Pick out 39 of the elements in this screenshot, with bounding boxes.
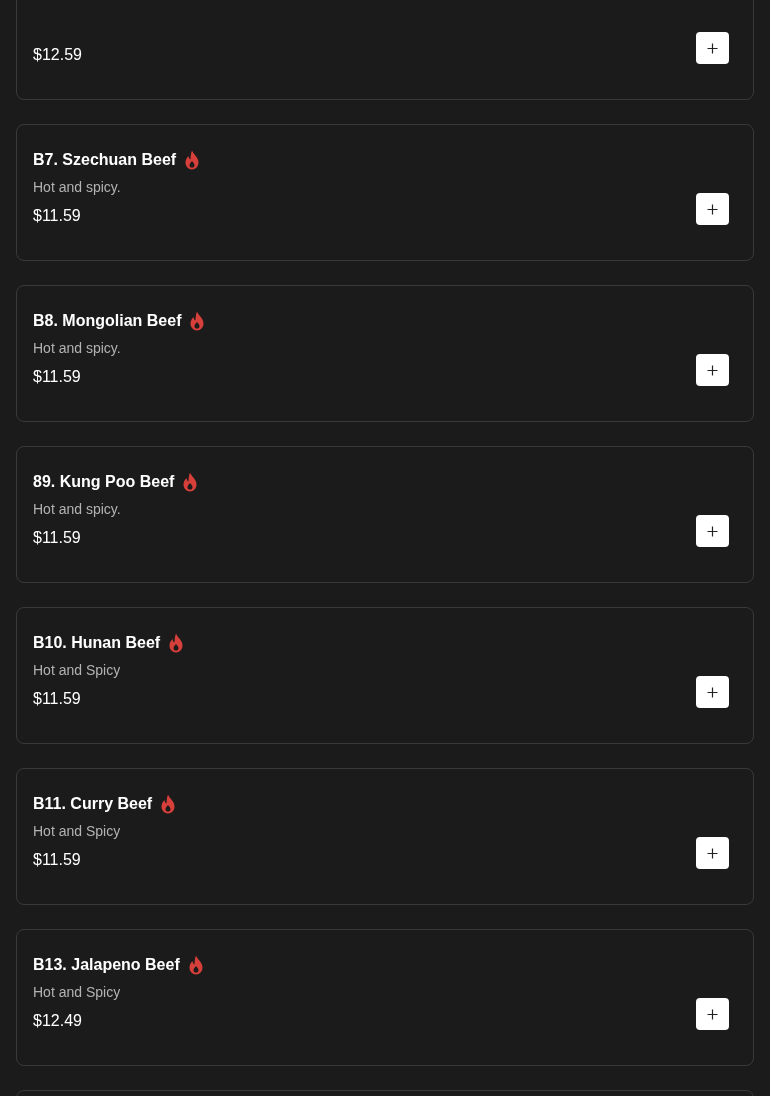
flame-icon [189, 311, 206, 331]
item-description: Hot and Spicy [33, 662, 121, 678]
item-price: $11.59 [33, 529, 81, 547]
plus-icon [707, 686, 718, 698]
add-button[interactable] [696, 32, 729, 64]
add-button[interactable] [696, 193, 729, 225]
add-button[interactable] [696, 998, 729, 1030]
add-button[interactable] [696, 676, 729, 708]
item-description: Hot and Spicy [33, 823, 121, 839]
flame-icon [182, 472, 199, 492]
item-title: B7. Szechuan Beef [33, 151, 177, 169]
add-button[interactable] [696, 837, 729, 869]
flame-icon [184, 150, 201, 170]
plus-icon [707, 203, 718, 215]
item-title: B8. Mongolian Beef [33, 312, 182, 330]
item-price: $11.59 [33, 207, 81, 225]
item-title: B13. Jalapeno Beef [33, 956, 180, 974]
flame-icon [160, 794, 177, 814]
item-title: B10. Hunan Beef [33, 634, 161, 652]
flame-icon [187, 955, 204, 975]
item-price: $11.59 [33, 690, 81, 708]
plus-icon [707, 847, 718, 859]
item-description: Hot and spicy. [33, 179, 121, 195]
item-price: $11.59 [33, 368, 81, 386]
item-description: Hot and Spicy [33, 984, 121, 1000]
add-button[interactable] [696, 515, 729, 547]
item-description: Hot and spicy. [33, 340, 121, 356]
item-price: $12.49 [33, 1012, 82, 1030]
plus-icon [707, 1008, 718, 1020]
item-price: $11.59 [33, 851, 81, 869]
item-price: $12.59 [33, 46, 82, 64]
plus-icon [707, 525, 718, 537]
plus-icon [707, 42, 718, 54]
item-title: 89. Kung Poo Beef [33, 473, 175, 491]
plus-icon [707, 364, 718, 376]
item-description: Hot and spicy. [33, 501, 121, 517]
add-button[interactable] [696, 354, 729, 386]
flame-icon [168, 633, 185, 653]
item-title: B11. Curry Beef [33, 795, 153, 813]
